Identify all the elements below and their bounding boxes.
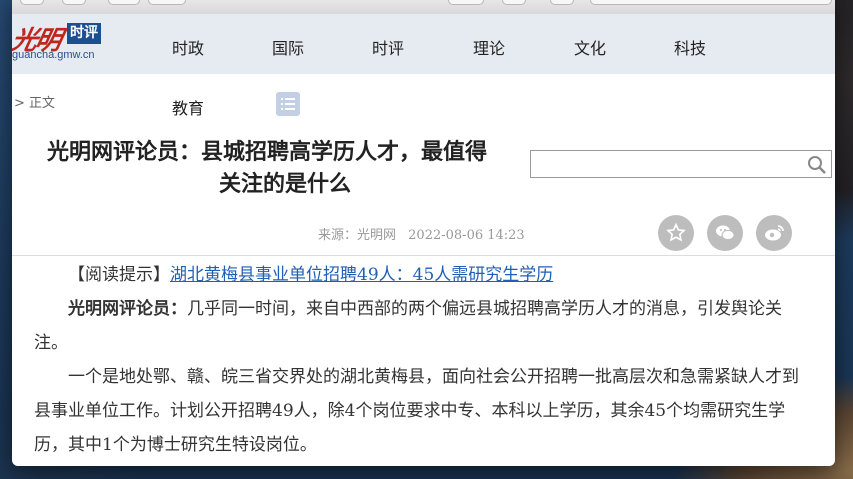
star-icon[interactable]	[658, 215, 694, 251]
logo-url: guancha.gmw.cn	[12, 49, 95, 61]
paragraph-2: 一个是地处鄂、赣、皖三省交界处的湖北黄梅县，面向社会公开招聘一批高层次和急需紧缺…	[34, 367, 799, 455]
nav-item-commentary[interactable]: 时评	[372, 35, 404, 59]
address-bar[interactable]	[590, 0, 832, 5]
title-line-1: 光明网评论员：县城招聘高学历人才，最值得	[47, 139, 488, 165]
nav-item-theory[interactable]: 理论	[473, 35, 505, 59]
title-line-2: 关注的是什么	[219, 171, 352, 197]
tip-label: 【阅读提示】	[68, 265, 170, 285]
tip-link[interactable]: 湖北黄梅县事业单位招聘49人：45人需研究生学历	[170, 265, 553, 285]
back-button[interactable]	[62, 0, 86, 5]
menu-icon[interactable]	[276, 92, 300, 116]
toolbar-button[interactable]	[148, 0, 186, 5]
paragraph-lead: 光明网评论员：	[68, 299, 187, 319]
nav-item-education[interactable]: 教育	[172, 95, 204, 119]
toolbar-button[interactable]	[20, 0, 44, 5]
browser-toolbar	[12, 0, 835, 15]
paragraph-1: 光明网评论员：几乎同一时间，来自中西部的两个偏远县城招聘高学历人才的消息，引发舆…	[34, 292, 810, 360]
nav-item-politics[interactable]: 时政	[172, 35, 204, 59]
divider	[12, 255, 835, 256]
site-logo[interactable]: 光明 时评 guancha.gmw.cn	[12, 20, 112, 64]
reading-tip: 【阅读提示】湖北黄梅县事业单位招聘49人：45人需研究生学历	[34, 258, 810, 292]
share-button[interactable]	[502, 0, 526, 5]
site-nav: 光明 时评 guancha.gmw.cn 时政 国际 时评 理论 文化 科技	[12, 14, 835, 74]
search-input[interactable]	[530, 150, 832, 178]
weibo-icon[interactable]	[756, 215, 792, 251]
browser-window: 光明 时评 guancha.gmw.cn 时政 国际 时评 理论 文化 科技 >…	[12, 0, 835, 466]
toolbar-button[interactable]	[550, 0, 574, 5]
article-title: 光明网评论员：县城招聘高学历人才，最值得 关注的是什么	[47, 136, 537, 200]
nav-item-technology[interactable]: 科技	[674, 35, 706, 59]
article-date: 2022-08-06 14:23	[408, 228, 525, 243]
nav-item-international[interactable]: 国际	[272, 35, 304, 59]
forward-button[interactable]	[108, 0, 140, 5]
toolbar-button[interactable]	[448, 0, 484, 5]
article-meta: 来源：光明网 2022-08-06 14:23	[318, 224, 525, 243]
logo-badge: 时评	[67, 23, 101, 44]
article-body: 【阅读提示】湖北黄梅县事业单位招聘49人：45人需研究生学历 光明网评论员：几乎…	[34, 258, 810, 462]
article-source: 来源：光明网	[318, 228, 397, 243]
breadcrumb[interactable]: > 正文	[14, 92, 55, 111]
nav-item-culture[interactable]: 文化	[574, 35, 606, 59]
search-icon[interactable]	[807, 155, 827, 179]
wechat-icon[interactable]	[707, 215, 743, 251]
